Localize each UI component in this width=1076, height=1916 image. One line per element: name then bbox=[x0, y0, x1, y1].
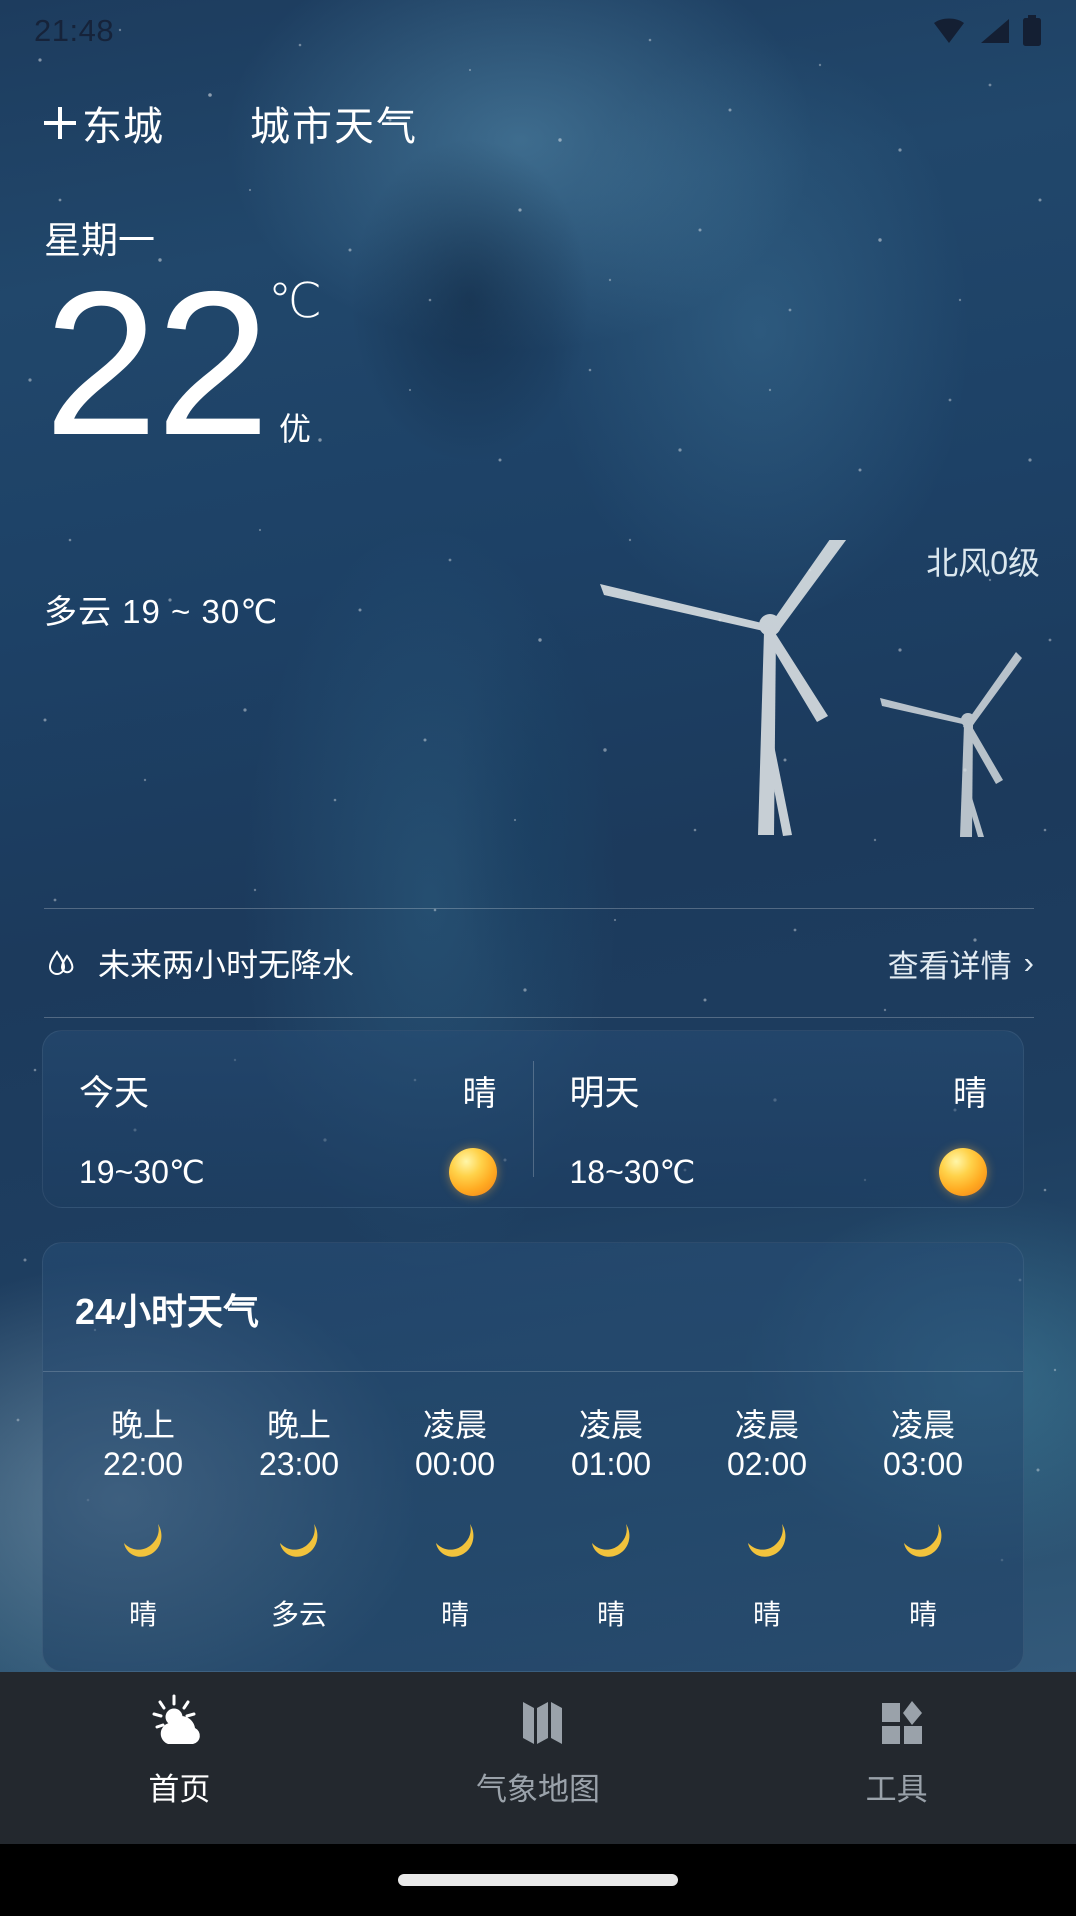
nav-item-weather-map[interactable]: 气象地图 bbox=[359, 1672, 718, 1809]
moon-icon bbox=[124, 1524, 162, 1558]
precipitation-summary: 未来两小时无降水 bbox=[44, 940, 354, 986]
hour-time-label: 03:00 bbox=[882, 1446, 964, 1483]
nav-label-home: 首页 bbox=[148, 1772, 211, 1807]
city-selector[interactable]: 东城 bbox=[44, 94, 164, 152]
hour-time-label: 02:00 bbox=[726, 1446, 808, 1483]
hour-item[interactable]: 凌晨 00:00 晴 bbox=[377, 1406, 533, 1633]
app-header: 东城 城市天气 bbox=[0, 85, 1076, 161]
status-bar: 21:48 bbox=[0, 0, 1076, 62]
tools-grid-icon bbox=[881, 1701, 922, 1744]
moon-icon bbox=[436, 1524, 474, 1558]
view-detail-label: 查看详情 bbox=[887, 948, 1012, 984]
weather-app-screen: 21:48 东城 城市天气 星期一 22 ℃ 优 多云 19 ~ 30℃ 北风0… bbox=[0, 0, 1076, 1916]
sun-cloud-icon bbox=[152, 1694, 201, 1744]
home-gesture-handle[interactable] bbox=[398, 1874, 678, 1886]
battery-icon bbox=[1023, 15, 1041, 46]
today-detail-row: 19~30℃ bbox=[79, 1148, 497, 1196]
moon-icon bbox=[592, 1524, 630, 1558]
nav-item-home[interactable]: 首页 bbox=[0, 1672, 359, 1809]
hourly-forecast-card[interactable]: 24小时天气 晚上 22:00 晴 晚上 23:00 多云 凌晨 00:00 晴… bbox=[42, 1242, 1024, 1672]
moon-icon bbox=[748, 1524, 786, 1558]
hour-period-label: 凌晨 bbox=[734, 1407, 799, 1443]
moon-icon bbox=[280, 1524, 318, 1558]
hour-time-label: 00:00 bbox=[414, 1446, 496, 1483]
today-name-label: 今天 bbox=[79, 1074, 150, 1113]
sun-icon bbox=[939, 1148, 987, 1196]
current-temperature-block: 22 ℃ 优 bbox=[44, 249, 322, 478]
sun-icon bbox=[448, 1148, 497, 1196]
precipitation-row[interactable]: 未来两小时无降水 查看详情 › bbox=[44, 908, 1034, 1018]
hourly-card-title: 24小时天气 bbox=[75, 1291, 260, 1332]
hour-condition-label: 晴 bbox=[752, 1599, 781, 1631]
hour-item[interactable]: 晚上 22:00 晴 bbox=[65, 1406, 221, 1633]
status-bar-icons bbox=[932, 15, 1042, 47]
hour-period-label: 凌晨 bbox=[890, 1407, 955, 1443]
precipitation-text: 未来两小时无降水 bbox=[98, 947, 355, 983]
tomorrow-header-row: 明天 晴 bbox=[570, 1065, 988, 1116]
hour-period-label: 晚上 bbox=[110, 1407, 175, 1443]
tomorrow-condition-label: 晴 bbox=[953, 1075, 987, 1113]
precipitation-detail-link[interactable]: 查看详情 › bbox=[888, 941, 1034, 986]
hour-item[interactable]: 凌晨 01:00 晴 bbox=[533, 1406, 689, 1633]
hour-condition-label: 晴 bbox=[908, 1599, 937, 1631]
hour-time-label: 22:00 bbox=[102, 1446, 184, 1483]
hourly-list[interactable]: 晚上 22:00 晴 晚上 23:00 多云 凌晨 00:00 晴 凌晨 01:… bbox=[43, 1372, 1023, 1633]
hour-condition-label: 晴 bbox=[128, 1599, 157, 1631]
temperature-unit: ℃ bbox=[268, 275, 322, 328]
air-quality-badge: 优 bbox=[278, 411, 311, 447]
hour-condition-label: 晴 bbox=[596, 1599, 625, 1631]
gesture-navigation-bar bbox=[0, 1844, 1076, 1916]
plus-icon[interactable] bbox=[44, 107, 76, 139]
forecast-day-tomorrow[interactable]: 明天 晴 18~30℃ bbox=[534, 1031, 1024, 1207]
hour-time-label: 23:00 bbox=[258, 1446, 340, 1483]
nav-label-tools: 工具 bbox=[865, 1772, 928, 1807]
hour-period-label: 凌晨 bbox=[578, 1407, 643, 1443]
raindrop-icon bbox=[48, 950, 74, 975]
bottom-navigation-bar: 首页 气象地图 工具 bbox=[0, 1672, 1076, 1844]
tomorrow-range-label: 18~30℃ bbox=[569, 1154, 696, 1190]
chevron-right-icon: › bbox=[1023, 945, 1034, 980]
hour-time-label: 01:00 bbox=[570, 1446, 652, 1483]
hour-period-label: 晚上 bbox=[266, 1407, 331, 1443]
tomorrow-detail-row: 18~30℃ bbox=[569, 1148, 987, 1196]
hour-item[interactable]: 凌晨 03:00 晴 bbox=[845, 1406, 1001, 1633]
wifi-icon bbox=[934, 18, 964, 43]
hour-item[interactable]: 晚上 23:00 多云 bbox=[221, 1406, 377, 1633]
status-bar-clock: 21:48 bbox=[34, 13, 115, 48]
page-title: 城市天气 bbox=[250, 105, 418, 149]
hour-item[interactable]: 凌晨 02:00 晴 bbox=[689, 1406, 845, 1633]
hour-condition-label: 晴 bbox=[440, 1599, 469, 1631]
hour-period-label: 凌晨 bbox=[422, 1407, 487, 1443]
cellular-signal-icon bbox=[981, 19, 1009, 43]
two-day-forecast-card[interactable]: 今天 晴 19~30℃ 明天 晴 18~30℃ bbox=[42, 1030, 1024, 1208]
today-range-label: 19~30℃ bbox=[79, 1154, 205, 1190]
nav-item-tools[interactable]: 工具 bbox=[717, 1672, 1076, 1809]
temperature-side-info: ℃ 优 bbox=[268, 270, 322, 450]
today-condition-label: 晴 bbox=[462, 1075, 497, 1113]
map-icon bbox=[523, 1702, 562, 1744]
today-header-row: 今天 晴 bbox=[79, 1065, 497, 1116]
moon-icon bbox=[904, 1524, 942, 1558]
tomorrow-name-label: 明天 bbox=[569, 1074, 640, 1113]
nav-label-weather-map: 气象地图 bbox=[476, 1772, 600, 1807]
current-temperature-value: 22 bbox=[44, 249, 270, 478]
forecast-day-today[interactable]: 今天 晴 19~30℃ bbox=[43, 1031, 533, 1207]
city-name-label: 东城 bbox=[82, 105, 164, 149]
hour-condition-label: 多云 bbox=[270, 1599, 327, 1631]
